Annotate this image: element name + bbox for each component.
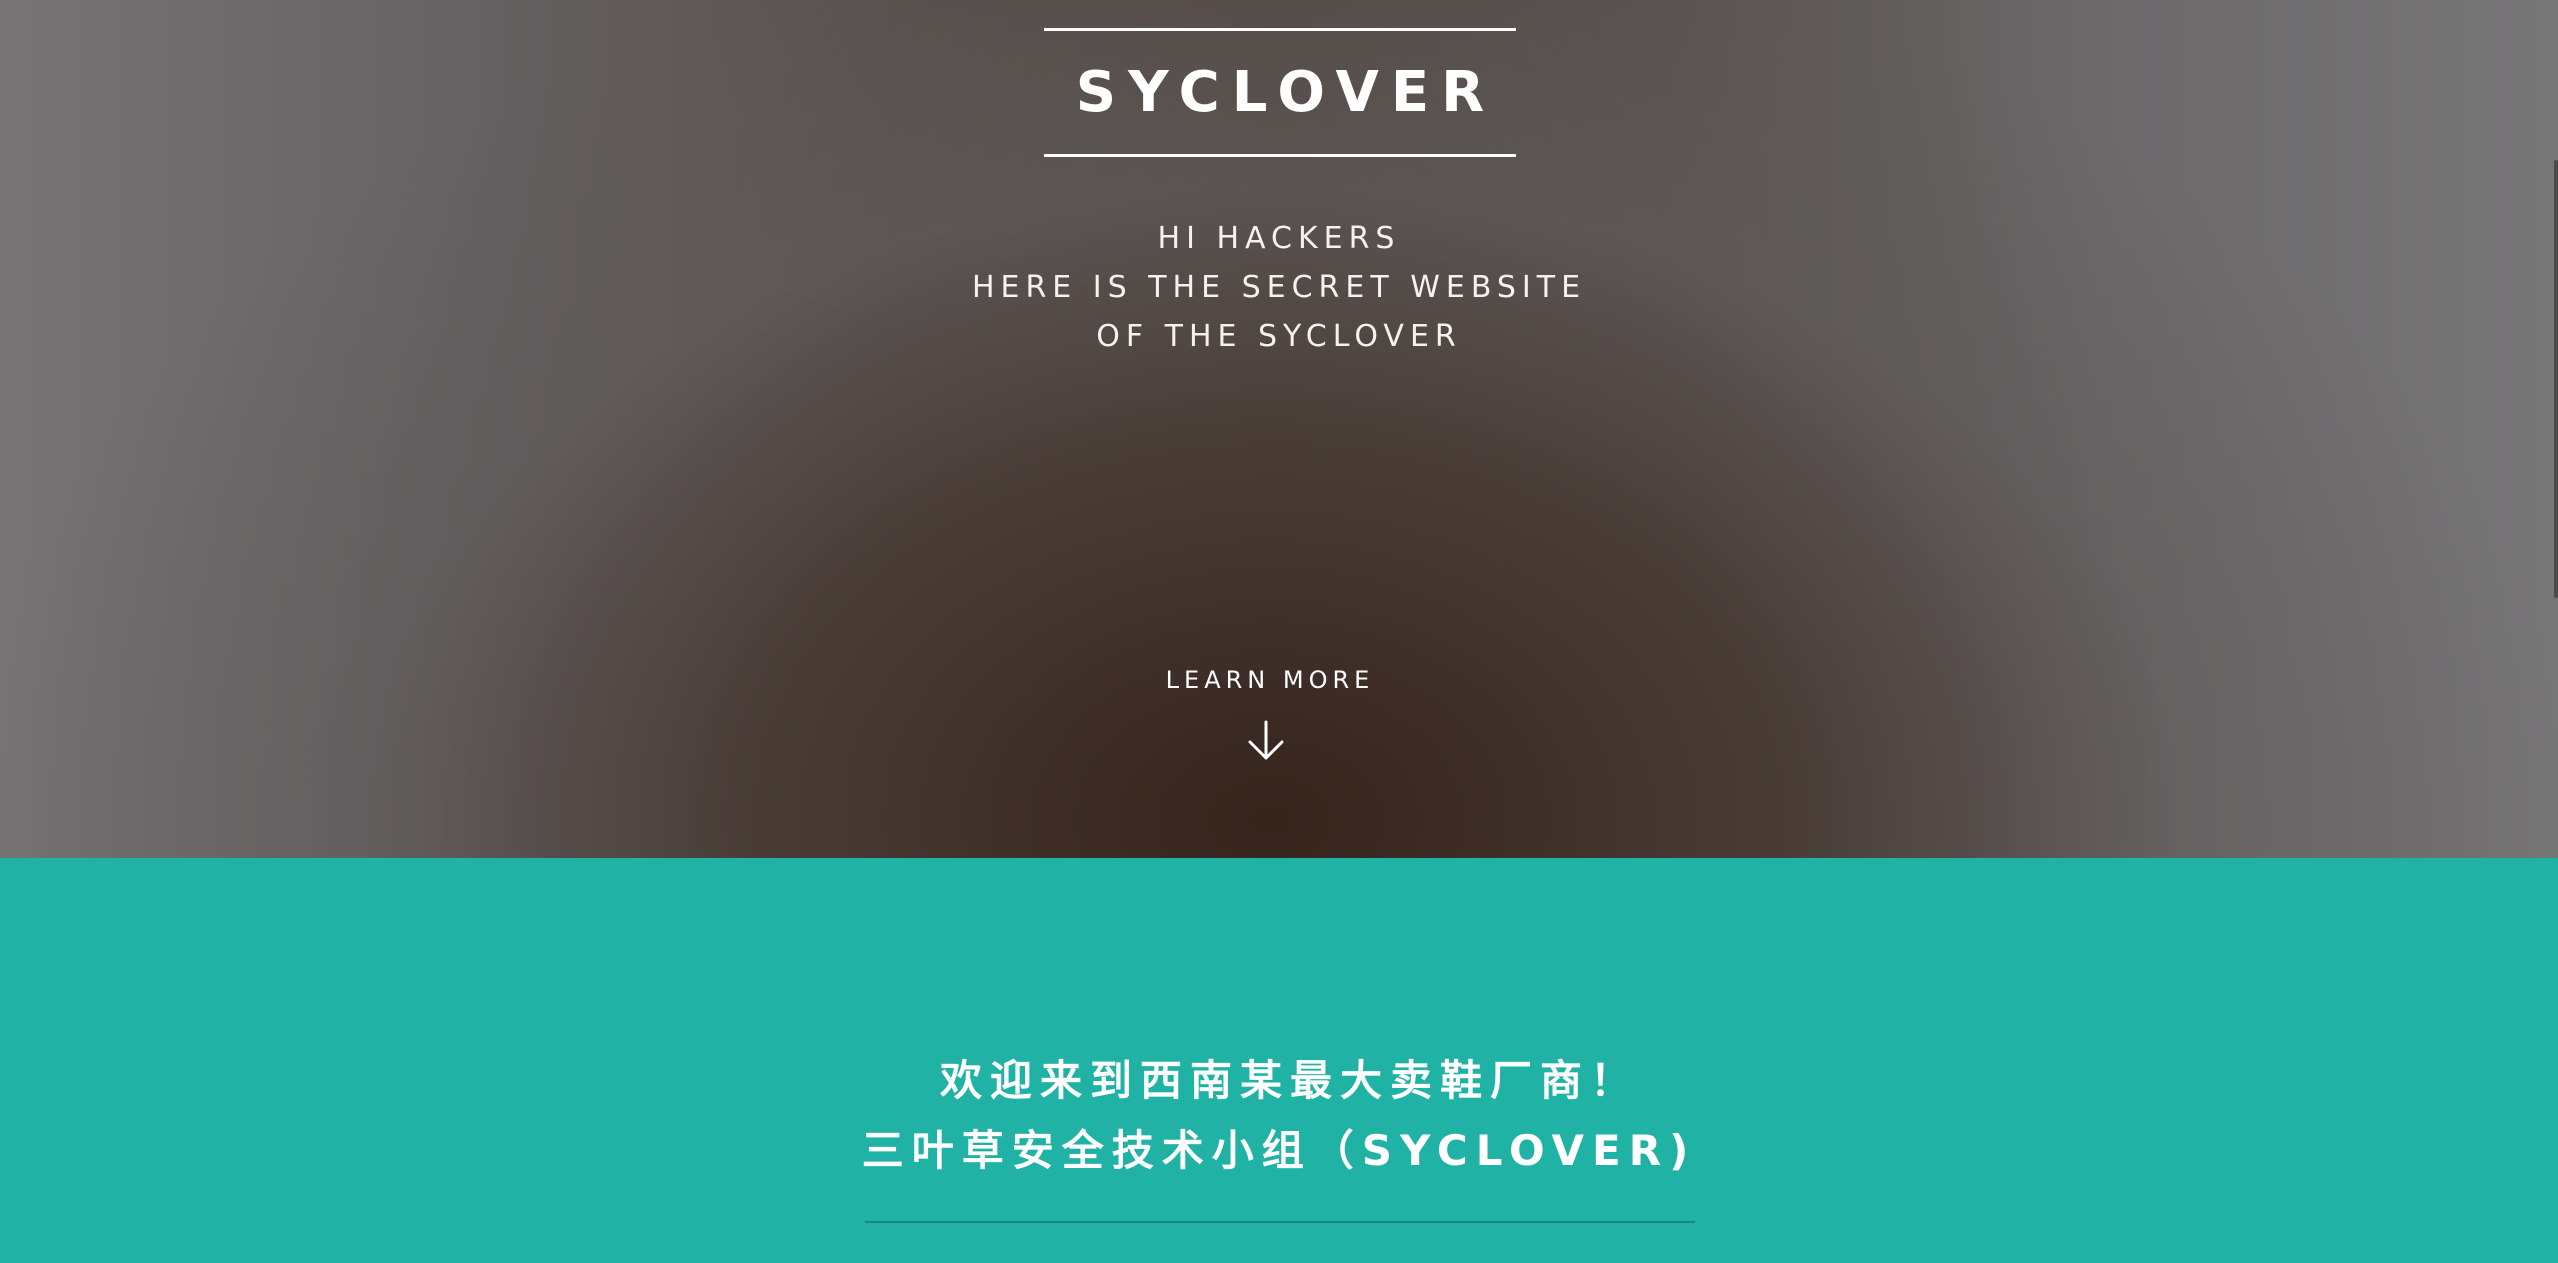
- scrollbar-thumb[interactable]: [2554, 160, 2558, 598]
- learn-more-link[interactable]: LEARN MORE: [1070, 660, 1470, 762]
- learn-more-label: LEARN MORE: [1165, 666, 1375, 694]
- hero-tagline: HI HACKERS HERE IS THE SECRET WEBSITE OF…: [0, 214, 2558, 361]
- brand-title: SYCLOVER: [1075, 59, 1497, 125]
- hero-section: SYCLOVER HI HACKERS HERE IS THE SECRET W…: [0, 0, 2558, 858]
- intro-heading: 欢迎来到西南某最大卖鞋厂商！ 三叶草安全技术小组（SYCLOVER): [0, 1046, 2558, 1186]
- intro-heading-line: 三叶草安全技术小组（SYCLOVER): [861, 1126, 1697, 1175]
- page: SYCLOVER HI HACKERS HERE IS THE SECRET W…: [0, 0, 2558, 1263]
- tagline-line: HERE IS THE SECRET WEBSITE: [971, 270, 1587, 305]
- hero-content: SYCLOVER HI HACKERS HERE IS THE SECRET W…: [0, 0, 2558, 858]
- intro-divider: [865, 1221, 1695, 1223]
- intro-section: 欢迎来到西南某最大卖鞋厂商！ 三叶草安全技术小组（SYCLOVER): [0, 858, 2558, 1263]
- intro-heading-line: 欢迎来到西南某最大卖鞋厂商！: [939, 1056, 1640, 1105]
- arrow-down-icon[interactable]: [1244, 718, 1288, 762]
- brand-box: SYCLOVER: [1044, 28, 1516, 157]
- tagline-line: HI HACKERS: [1157, 221, 1401, 256]
- tagline-line: OF THE SYCLOVER: [1096, 319, 1462, 354]
